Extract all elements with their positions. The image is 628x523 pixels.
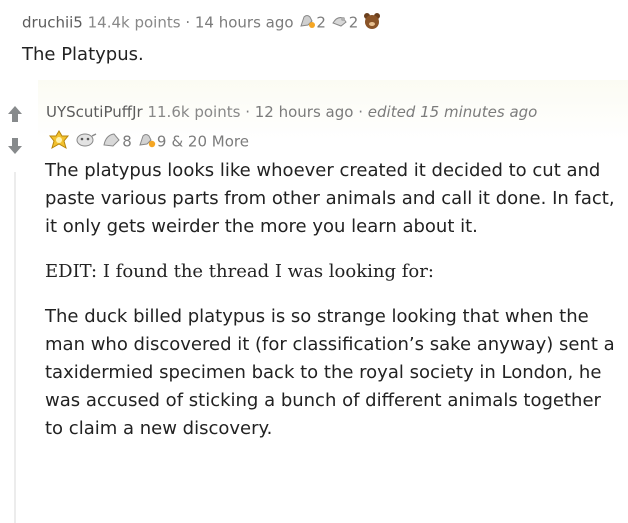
- gold-award-icon[interactable]: [48, 130, 70, 154]
- child-author-link[interactable]: UYScutiPuffJr: [46, 103, 143, 121]
- meta-separator: ·: [358, 103, 363, 121]
- comment-paragraph: EDIT: I found the thread I was looking f…: [45, 261, 434, 282]
- award-count: 8: [122, 132, 132, 151]
- more-awards-link[interactable]: & 20 More: [171, 133, 249, 151]
- downvote-arrow-icon[interactable]: [8, 138, 22, 158]
- comment-paragraph: The platypus looks like whoever created …: [45, 160, 615, 237]
- child-points: 11.6k points: [147, 103, 241, 121]
- child-comment: UYScutiPuffJr 11.6k points · 12 hours ag…: [0, 80, 628, 523]
- rocket-like-award-icon[interactable]: [298, 13, 316, 33]
- parent-comment-meta: druchii5 14.4k points · 14 hours ago 2 2: [22, 12, 381, 34]
- award-count: 2: [348, 13, 359, 32]
- hand-heart-award-icon[interactable]: [331, 13, 349, 33]
- parent-author-link[interactable]: druchii5: [22, 14, 83, 32]
- parent-timestamp[interactable]: 14 hours ago: [195, 14, 294, 32]
- child-comment-meta: UYScutiPuffJr 11.6k points · 12 hours ag…: [46, 103, 537, 121]
- edited-label: edited 15 minutes ago: [367, 103, 538, 121]
- bear-award-icon[interactable]: [363, 12, 381, 34]
- child-comment-body: The platypus looks like whoever created …: [45, 157, 615, 460]
- award-count: 2: [316, 13, 326, 32]
- parent-comment-body: The Platypus.: [22, 44, 144, 65]
- child-timestamp[interactable]: 12 hours ago: [255, 103, 354, 121]
- wholesome-award-icon[interactable]: [137, 131, 157, 153]
- award-count: 9: [156, 132, 167, 151]
- parent-points: 14.4k points: [87, 13, 181, 32]
- upvote-arrow-icon[interactable]: [8, 106, 22, 126]
- helpful-award-icon[interactable]: [102, 131, 122, 153]
- meta-separator: ·: [245, 103, 250, 121]
- silver-award-icon[interactable]: [75, 131, 97, 153]
- thread-line[interactable]: [14, 172, 16, 523]
- meta-separator: ·: [185, 13, 191, 32]
- award-row: 8 9 & 20 More: [48, 130, 249, 154]
- comment-paragraph: The duck billed platypus is so strange l…: [45, 306, 615, 439]
